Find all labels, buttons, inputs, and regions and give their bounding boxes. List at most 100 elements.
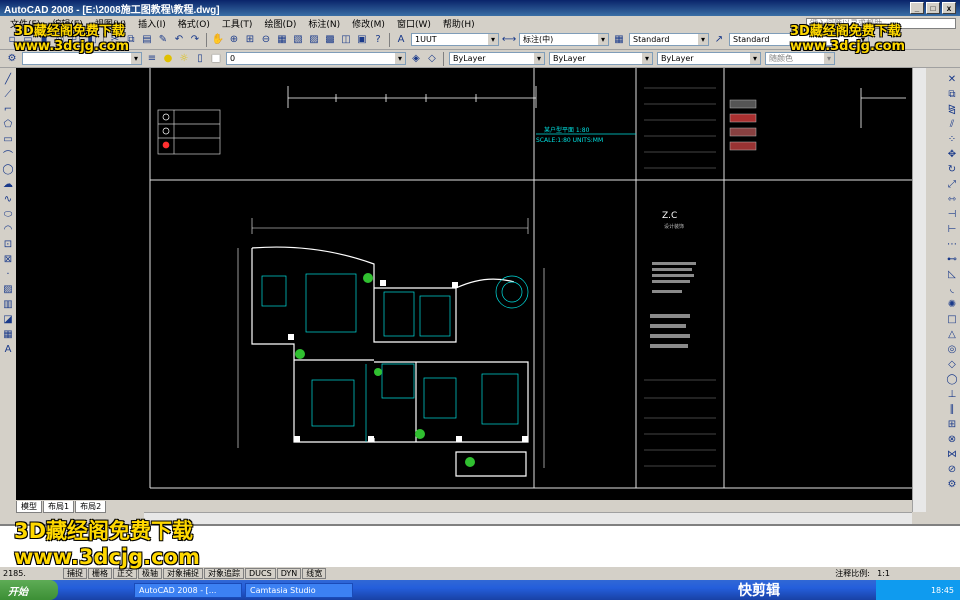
fillet-icon[interactable]: ◟ <box>945 283 959 296</box>
tool-palettes-icon[interactable]: ▨ <box>307 33 321 47</box>
tab-layout2[interactable]: 布局2 <box>75 501 107 513</box>
match-properties-icon[interactable]: ✎ <box>156 33 170 47</box>
snap-none-icon[interactable]: ⊘ <box>945 463 959 476</box>
array-icon[interactable]: ⁘ <box>945 133 959 146</box>
zoom-realtime-icon[interactable]: ⊕ <box>227 33 241 47</box>
line-icon[interactable]: ╱ <box>1 73 15 86</box>
layer-manager-icon[interactable]: ≡ <box>145 52 159 66</box>
erase-icon[interactable]: ✕ <box>945 73 959 86</box>
polyline-icon[interactable]: ⌐ <box>1 103 15 116</box>
snap-node-icon[interactable]: ⊗ <box>945 433 959 446</box>
text-style-select[interactable]: 1UUT <box>411 33 499 46</box>
menu-draw[interactable]: 绘图(D) <box>258 17 302 30</box>
menu-insert[interactable]: 插入(I) <box>132 17 172 30</box>
snap-perpendicular-icon[interactable]: ⊥ <box>945 388 959 401</box>
taskbar-autocad[interactable]: AutoCAD 2008 - [... <box>134 582 242 598</box>
scale-icon[interactable]: ⤢ <box>945 178 959 191</box>
spline-icon[interactable]: ∿ <box>1 193 15 206</box>
trim-icon[interactable]: ⊣ <box>945 208 959 221</box>
hatch-icon[interactable]: ▨ <box>1 283 15 296</box>
ellipse-arc-icon[interactable]: ◠ <box>1 223 15 236</box>
linetype-select[interactable]: ByLayer <box>549 52 653 65</box>
mleader-style-icon[interactable]: ↗ <box>712 33 726 47</box>
osnap-settings-icon[interactable]: ⚙ <box>945 478 959 491</box>
join-icon[interactable]: ⊷ <box>945 253 959 266</box>
layer-previous-icon[interactable]: ◇ <box>425 52 439 66</box>
make-block-icon[interactable]: ⊠ <box>1 253 15 266</box>
rotate-icon[interactable]: ↻ <box>945 163 959 176</box>
otrack-toggle[interactable]: 对象追踪 <box>204 568 244 579</box>
maximize-button[interactable]: □ <box>926 2 940 14</box>
paste-icon[interactable]: ▤ <box>140 33 154 47</box>
tab-layout1[interactable]: 布局1 <box>43 501 75 513</box>
snap-center-icon[interactable]: ◎ <box>945 343 959 356</box>
zoom-window-icon[interactable]: ⊞ <box>243 33 257 47</box>
construction-line-icon[interactable]: ⟋ <box>1 88 15 101</box>
arc-icon[interactable]: ⌒ <box>1 148 15 162</box>
lock-icon[interactable]: ▯ <box>193 52 207 66</box>
table-style-select[interactable]: Standard <box>629 33 709 46</box>
snap-tangent-icon[interactable]: ◯ <box>945 373 959 386</box>
mirror-icon[interactable]: ⧎ <box>945 103 959 116</box>
break-icon[interactable]: ⋯ <box>945 238 959 251</box>
menu-help[interactable]: 帮助(H) <box>437 17 481 30</box>
table-style-icon[interactable]: ▦ <box>612 33 626 47</box>
snap-endpoint-icon[interactable]: □ <box>945 313 959 326</box>
undo-icon[interactable]: ↶ <box>172 33 186 47</box>
menu-tools[interactable]: 工具(T) <box>216 17 259 30</box>
revcloud-icon[interactable]: ☁ <box>1 178 15 191</box>
point-icon[interactable]: · <box>1 268 15 281</box>
move-icon[interactable]: ✥ <box>945 148 959 161</box>
quickcalc-icon[interactable]: ▣ <box>355 33 369 47</box>
menu-format[interactable]: 格式(O) <box>172 17 216 30</box>
menu-dimension[interactable]: 标注(N) <box>302 17 346 30</box>
snap-midpoint-icon[interactable]: △ <box>945 328 959 341</box>
ellipse-icon[interactable]: ⬭ <box>1 208 15 221</box>
color-select[interactable]: ByLayer <box>449 52 545 65</box>
minimize-button[interactable]: _ <box>910 2 924 14</box>
offset-icon[interactable]: ⫽ <box>945 118 959 131</box>
sheet-set-icon[interactable]: ▩ <box>323 33 337 47</box>
explode-icon[interactable]: ✺ <box>945 298 959 311</box>
make-current-icon[interactable]: ◈ <box>409 52 423 66</box>
zoom-previous-icon[interactable]: ⊖ <box>259 33 273 47</box>
ducs-toggle[interactable]: DUCS <box>245 568 276 579</box>
properties-icon[interactable]: ▦ <box>275 33 289 47</box>
lightbulb-icon[interactable]: ● <box>161 52 175 66</box>
copy-object-icon[interactable]: ⧉ <box>945 88 959 101</box>
dim-style-select[interactable]: 标注(中) <box>519 33 609 46</box>
color-swatch-icon[interactable]: ■ <box>209 52 223 66</box>
insert-block-icon[interactable]: ⊡ <box>1 238 15 251</box>
tab-model[interactable]: 模型 <box>16 501 42 513</box>
lineweight-select[interactable]: ByLayer <box>657 52 761 65</box>
chamfer-icon[interactable]: ◺ <box>945 268 959 281</box>
extend-icon[interactable]: ⊢ <box>945 223 959 236</box>
region-icon[interactable]: ◪ <box>1 313 15 326</box>
vertical-scrollbar[interactable] <box>912 68 926 512</box>
snap-insert-icon[interactable]: ⊞ <box>945 418 959 431</box>
annotation-scale-value[interactable]: 1:1 <box>877 569 890 578</box>
start-button[interactable]: 开始 <box>0 580 58 600</box>
polygon-icon[interactable]: ⬠ <box>1 118 15 131</box>
stretch-icon[interactable]: ⇿ <box>945 193 959 206</box>
drawing-canvas[interactable]: 某户型平面 1:80 SCALE:1:80 UNITS:MM Z.C 设计装饰 <box>16 68 912 500</box>
rectangle-icon[interactable]: ▭ <box>1 133 15 146</box>
circle-icon[interactable]: ◯ <box>1 163 15 176</box>
markup-icon[interactable]: ◫ <box>339 33 353 47</box>
lineweight-toggle[interactable]: 线宽 <box>302 568 327 579</box>
taskbar-camtasia[interactable]: Camtasia Studio <box>245 582 353 598</box>
table-icon[interactable]: ▦ <box>1 328 15 341</box>
mtext-icon[interactable]: A <box>1 343 15 356</box>
close-button[interactable]: x <box>942 2 956 14</box>
menu-modify[interactable]: 修改(M) <box>346 17 391 30</box>
menu-window[interactable]: 窗口(W) <box>391 17 437 30</box>
dim-style-icon[interactable]: ⟷ <box>502 33 516 47</box>
horizontal-scrollbar[interactable] <box>144 512 912 524</box>
design-center-icon[interactable]: ▧ <box>291 33 305 47</box>
pan-icon[interactable]: ✋ <box>211 33 225 47</box>
text-style-icon[interactable]: A <box>394 33 408 47</box>
layer-select[interactable]: 0 <box>226 52 406 65</box>
snap-parallel-icon[interactable]: ∥ <box>945 403 959 416</box>
gradient-icon[interactable]: ▥ <box>1 298 15 311</box>
snap-nearest-icon[interactable]: ⋈ <box>945 448 959 461</box>
